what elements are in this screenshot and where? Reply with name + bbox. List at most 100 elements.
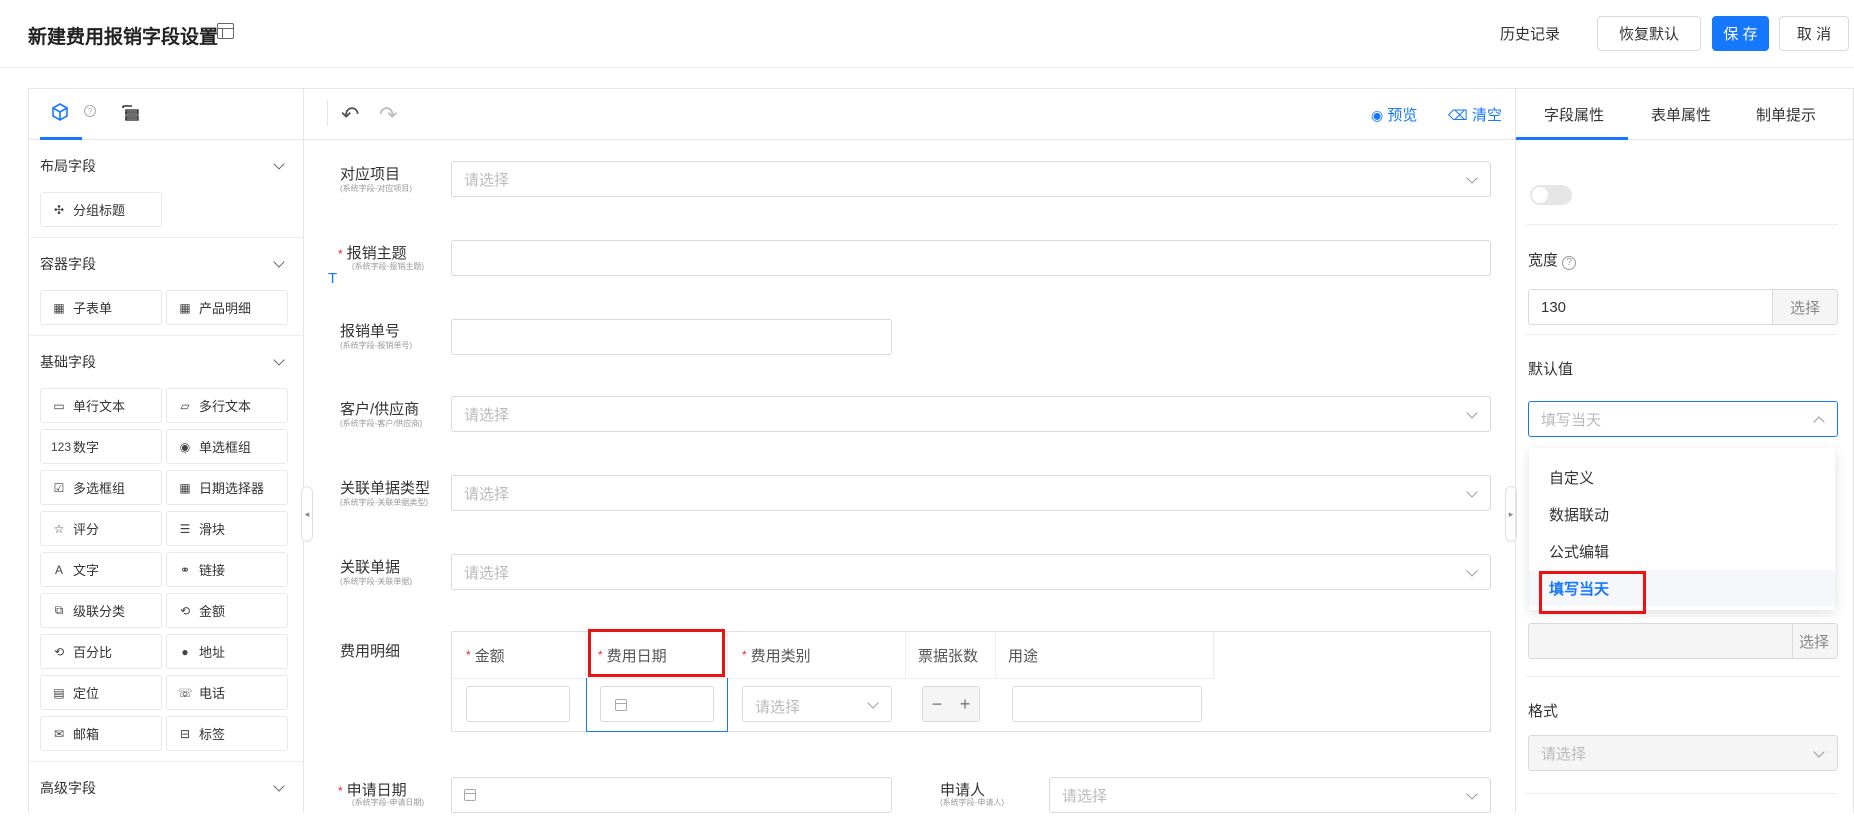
layout-icon[interactable] (217, 23, 234, 39)
hidden-field-input[interactable] (1528, 623, 1793, 659)
palette-item-label: 级联分类 (73, 604, 126, 619)
active-tab-indicator (1516, 137, 1628, 140)
palette-item-label: 日期选择器 (199, 481, 265, 496)
palette-item-label: 分组标题 (73, 203, 126, 218)
clear-button[interactable]: ⌫ 清空 (1448, 104, 1502, 125)
format-select[interactable]: 请选择 (1528, 735, 1838, 771)
palette-item[interactable]: ✣ 分组标题 (40, 192, 162, 227)
section-header[interactable]: 容器字段 (40, 238, 291, 290)
rel-doc-select[interactable]: 请选择 (451, 554, 1491, 590)
customer-select[interactable]: 请选择 (451, 396, 1491, 432)
palette-item[interactable]: ▦ 日期选择器 (166, 470, 288, 505)
save-button[interactable]: 保 存 (1712, 16, 1769, 51)
text-icon: A (54, 562, 63, 577)
palette-item[interactable]: ☑ 多选框组 (40, 470, 162, 505)
palette-item[interactable]: 123 数字 (40, 429, 162, 464)
palette-item[interactable]: ✉ 邮箱 (40, 716, 162, 751)
section-header[interactable]: 高级字段 (40, 762, 291, 814)
outline-tree-icon[interactable] (120, 102, 142, 124)
history-link[interactable]: 历史记录 (1500, 23, 1560, 44)
default-value-label: 默认值 (1528, 361, 1574, 378)
broom-icon: ⌫ (1448, 107, 1468, 123)
palette-item[interactable]: ● 地址 (166, 634, 288, 669)
section-header[interactable]: 基础字段 (40, 336, 291, 388)
number-label: 报销单号 (340, 323, 401, 340)
position-icon: ▤ (53, 685, 65, 700)
palette-item[interactable]: ⚭ 链接 (166, 552, 288, 587)
table-icon: ▦ (179, 300, 191, 315)
toggle-switch[interactable] (1530, 185, 1572, 205)
receipts-stepper[interactable]: − + (922, 686, 980, 722)
palette-item-label: 产品明细 (199, 301, 252, 316)
applicant-select[interactable]: 请选择 (1049, 777, 1491, 813)
top-bar: 新建费用报销字段设置 历史记录 恢复默认 保 存 取 消 (0, 0, 1854, 68)
percent-icon: ⟲ (53, 644, 65, 659)
palette-item-label: 滑块 (199, 522, 226, 537)
applicant-sub: (系统字段-申请人) (940, 798, 1004, 807)
option-custom[interactable]: 自定义 (1529, 459, 1835, 495)
palette-item[interactable]: ☏ 电话 (166, 675, 288, 710)
help-icon[interactable]: ? (84, 105, 96, 117)
palette-item-label: 电话 (199, 686, 226, 701)
palette-item[interactable]: ▤ 定位 (40, 675, 162, 710)
apply-date-input[interactable] (451, 777, 892, 813)
palette-item[interactable]: A 文字 (40, 552, 162, 587)
tab-document-tips[interactable]: 制单提示 (1756, 104, 1816, 125)
select-button[interactable]: 选择 (1792, 623, 1838, 659)
calendar-icon (615, 699, 627, 711)
tab-field-properties[interactable]: 字段属性 (1544, 104, 1604, 125)
cancel-button[interactable]: 取 消 (1779, 16, 1849, 51)
subject-label-text: 报销主题 (346, 245, 407, 262)
palette-item[interactable]: ◉ 单选框组 (166, 429, 288, 464)
category-placeholder: 请选择 (755, 699, 801, 716)
palette-item-label: 多行文本 (199, 399, 252, 414)
palette-item[interactable]: ▦ 产品明细 (166, 290, 288, 325)
category-select[interactable]: 请选择 (742, 686, 892, 722)
purpose-input[interactable] (1012, 686, 1202, 722)
cube-icon[interactable] (50, 102, 70, 122)
option-formula[interactable]: 公式编辑 (1529, 533, 1835, 569)
palette-item-label: 多选框组 (73, 481, 126, 496)
amount-input[interactable] (466, 686, 570, 722)
restore-default-button[interactable]: 恢复默认 (1597, 16, 1701, 51)
project-label: 对应项目 (340, 166, 401, 183)
number-input[interactable] (451, 319, 892, 355)
palette-item[interactable]: ⧉ 级联分类 (40, 593, 162, 628)
preview-button[interactable]: ◉ 预览 (1371, 104, 1417, 125)
palette-item[interactable]: ⊟ 标签 (166, 716, 288, 751)
chevron-down-icon (273, 354, 285, 366)
tag-icon: ⊟ (179, 726, 191, 741)
palette-item[interactable]: ▭ 单行文本 (40, 388, 162, 423)
mail-icon: ✉ (53, 726, 65, 741)
plus-icon[interactable]: + (960, 694, 971, 715)
palette-item[interactable]: ⟲ 百分比 (40, 634, 162, 669)
number-sub: (系统字段-报销单号) (340, 341, 412, 350)
palette-item[interactable]: ☆ 评分 (40, 511, 162, 546)
palette-item[interactable]: ⟲ 金额 (166, 593, 288, 628)
option-data-link[interactable]: 数据联动 (1529, 496, 1835, 532)
section-header[interactable]: 布局字段 (40, 140, 291, 192)
undo-icon[interactable]: ↶ (341, 102, 359, 128)
expense-date-input[interactable] (600, 686, 714, 722)
format-label: 格式 (1528, 703, 1559, 720)
palette-section: 容器字段 ▦ 子表单 ▦ 产品明细 (28, 238, 303, 336)
collapse-left-handle[interactable]: ◂ (301, 486, 313, 542)
palette-item[interactable]: ▦ 子表单 (40, 290, 162, 325)
tab-form-properties[interactable]: 表单属性 (1651, 104, 1711, 125)
subject-input[interactable] (451, 240, 1491, 276)
project-select[interactable]: 请选择 (451, 161, 1491, 197)
column-header-category: * 费用类别 (728, 632, 906, 678)
column-header-purpose: 用途 (996, 632, 1214, 678)
palette-item-label: 文字 (73, 563, 100, 578)
width-input[interactable]: 130 (1528, 289, 1773, 325)
palette-item[interactable]: ☰ 滑块 (166, 511, 288, 546)
minus-icon[interactable]: − (932, 694, 943, 715)
slider-icon: ☰ (179, 521, 191, 536)
radio-icon: ◉ (179, 439, 191, 454)
rel-type-select[interactable]: 请选择 (451, 475, 1491, 511)
section-title: 布局字段 (40, 158, 96, 174)
width-select-button[interactable]: 选择 (1772, 289, 1838, 325)
redo-icon[interactable]: ↷ (379, 102, 397, 128)
default-value-select[interactable]: 填写当天 (1528, 401, 1838, 437)
palette-item[interactable]: ▱ 多行文本 (166, 388, 288, 423)
